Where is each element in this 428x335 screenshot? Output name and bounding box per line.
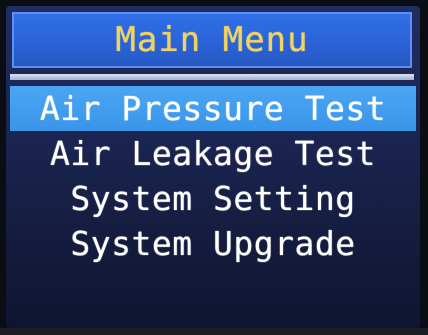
- device-bezel: [0, 328, 428, 335]
- menu-item-air-pressure-test[interactable]: Air Pressure Test: [10, 86, 416, 131]
- menu-item-label: Air Leakage Test: [50, 134, 376, 173]
- title-bar: Main Menu: [12, 12, 412, 68]
- menu-item-label: System Upgrade: [70, 224, 356, 263]
- menu-item-label: Air Pressure Test: [39, 89, 387, 128]
- title-divider: [10, 74, 414, 80]
- menu-item-air-leakage-test[interactable]: Air Leakage Test: [10, 131, 416, 176]
- main-menu-list: Air Pressure Test Air Leakage Test Syste…: [10, 86, 416, 266]
- menu-item-label: System Setting: [70, 179, 356, 218]
- menu-title: Main Menu: [115, 20, 309, 60]
- lcd-screen: Main Menu Air Pressure Test Air Leakage …: [6, 6, 420, 328]
- menu-item-system-upgrade[interactable]: System Upgrade: [10, 221, 416, 266]
- menu-item-system-setting[interactable]: System Setting: [10, 176, 416, 221]
